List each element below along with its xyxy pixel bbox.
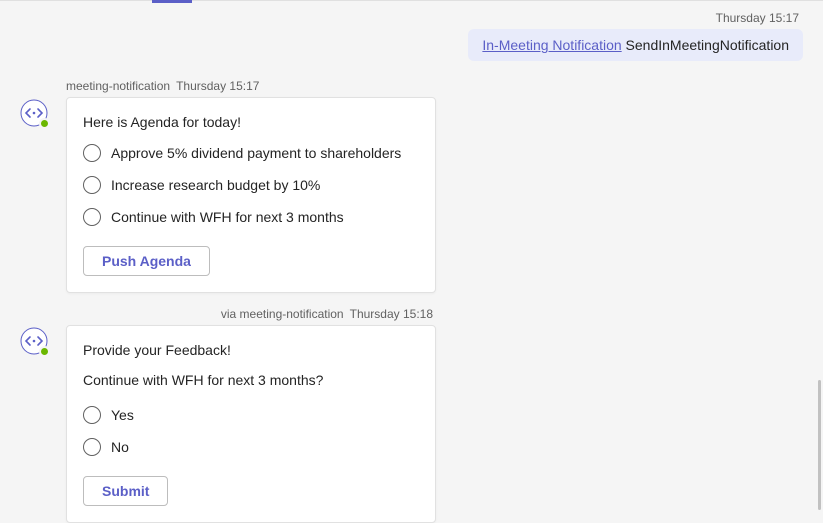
chat-area: Thursday 15:17 In-Meeting Notification S… bbox=[0, 1, 823, 522]
agenda-card-title: Here is Agenda for today! bbox=[83, 114, 419, 130]
bot-message-group: meeting-notification Thursday 15:17 Here… bbox=[66, 79, 803, 293]
radio-icon bbox=[83, 176, 101, 194]
radio-icon bbox=[83, 208, 101, 226]
radio-icon bbox=[83, 438, 101, 456]
agenda-option[interactable]: Increase research budget by 10% bbox=[83, 176, 419, 194]
user-message-command: SendInMeetingNotification bbox=[622, 37, 789, 53]
radio-icon bbox=[83, 144, 101, 162]
bot-via-label: via meeting-notification bbox=[221, 307, 344, 321]
user-message-bubble[interactable]: In-Meeting Notification SendInMeetingNot… bbox=[468, 29, 803, 61]
bot-avatar[interactable] bbox=[20, 327, 48, 355]
user-message-row: In-Meeting Notification SendInMeetingNot… bbox=[20, 29, 803, 61]
bot-avatar[interactable] bbox=[20, 99, 48, 127]
agenda-option[interactable]: Continue with WFH for next 3 months bbox=[83, 208, 419, 226]
feedback-card-title: Provide your Feedback! bbox=[83, 342, 419, 358]
bot-sender-name: meeting-notification bbox=[66, 79, 170, 93]
bot-message-time: Thursday 15:18 bbox=[350, 307, 433, 321]
feedback-card: Provide your Feedback! Continue with WFH… bbox=[66, 325, 436, 523]
scrollbar-thumb[interactable] bbox=[818, 380, 821, 510]
agenda-option-label: Continue with WFH for next 3 months bbox=[111, 209, 344, 225]
in-meeting-notification-link[interactable]: In-Meeting Notification bbox=[482, 37, 621, 53]
tab-indicator bbox=[152, 0, 192, 3]
submit-button[interactable]: Submit bbox=[83, 476, 168, 506]
bot-message-group: via meeting-notification Thursday 15:18 … bbox=[66, 307, 803, 523]
agenda-option-label: Approve 5% dividend payment to sharehold… bbox=[111, 145, 401, 161]
presence-available-icon bbox=[39, 346, 50, 357]
agenda-option[interactable]: Approve 5% dividend payment to sharehold… bbox=[83, 144, 419, 162]
agenda-option-label: Increase research budget by 10% bbox=[111, 177, 320, 193]
bot-message-header: via meeting-notification Thursday 15:18 bbox=[66, 307, 803, 321]
feedback-card-subtitle: Continue with WFH for next 3 months? bbox=[83, 372, 419, 388]
bot-message-header: meeting-notification Thursday 15:17 bbox=[66, 79, 803, 93]
feedback-option-label: No bbox=[111, 439, 129, 455]
bot-message-time: Thursday 15:17 bbox=[176, 79, 259, 93]
message-timestamp: Thursday 15:17 bbox=[20, 9, 803, 29]
radio-icon bbox=[83, 406, 101, 424]
feedback-option-label: Yes bbox=[111, 407, 134, 423]
feedback-option[interactable]: Yes bbox=[83, 406, 419, 424]
feedback-option[interactable]: No bbox=[83, 438, 419, 456]
push-agenda-button[interactable]: Push Agenda bbox=[83, 246, 210, 276]
agenda-card: Here is Agenda for today! Approve 5% div… bbox=[66, 97, 436, 293]
presence-available-icon bbox=[39, 118, 50, 129]
